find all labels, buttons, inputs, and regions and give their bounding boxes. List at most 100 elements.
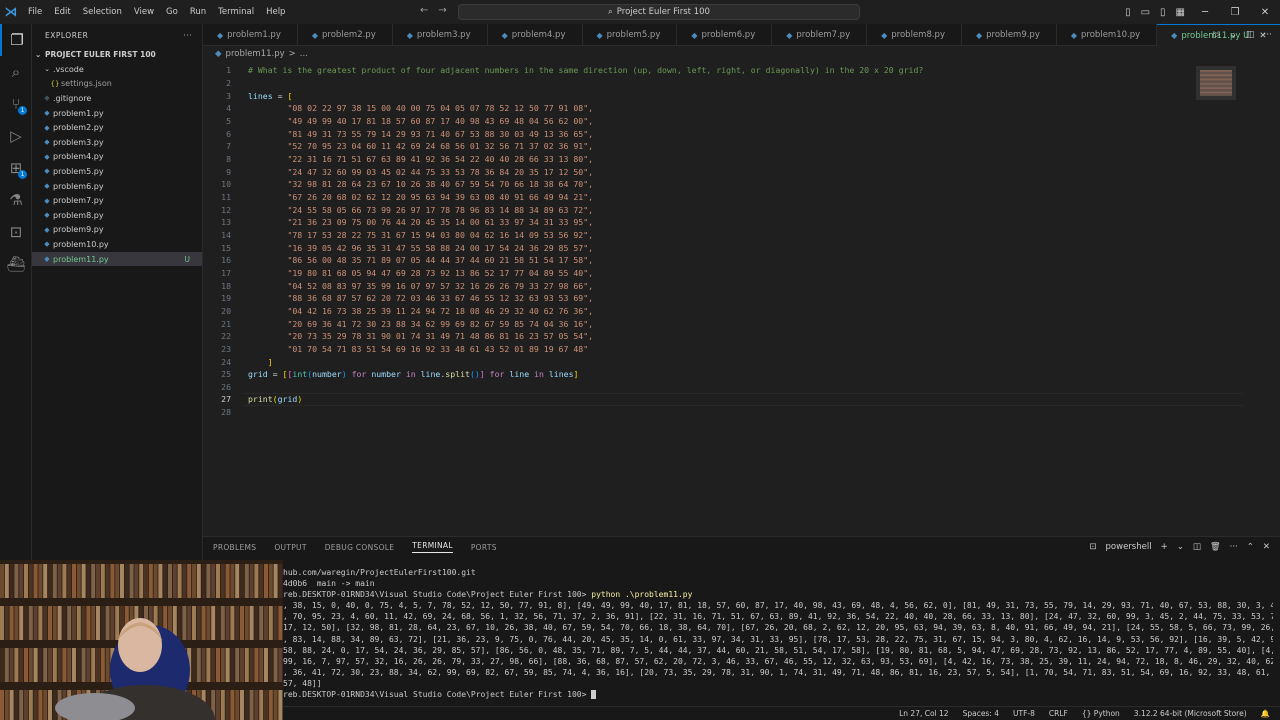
tab-problem10[interactable]: ◆ problem10.py [1057, 24, 1158, 46]
badge-count: 1 [18, 170, 27, 179]
extensions-icon[interactable]: ⊞ 1 [0, 152, 32, 184]
run-debug-icon[interactable]: ▷ [0, 120, 32, 152]
split-editor-icon[interactable]: ◫ [1246, 30, 1255, 40]
line-number: 11 [221, 191, 231, 202]
toggle-panel-icon[interactable]: ▭ [1136, 7, 1155, 18]
more-actions-icon[interactable]: ··· [1263, 30, 1272, 40]
back-arrow-icon[interactable]: ← [420, 5, 428, 16]
close-panel-icon[interactable]: ✕ [1263, 542, 1270, 552]
status-bar: Ln 27, Col 12 Spaces: 4 UTF-8 CRLF {} Py… [283, 706, 1280, 720]
menu-view[interactable]: View [128, 0, 160, 24]
tab-ports[interactable]: PORTS [471, 543, 497, 552]
code-line: 5 "49 49 99 40 17 81 18 57 60 87 17 40 9… [203, 115, 1203, 128]
tab-problem3[interactable]: ◆ problem3.py [393, 24, 488, 46]
tab-problem1[interactable]: ◆ problem1.py [203, 24, 298, 46]
trash-icon[interactable]: 🗑 [1210, 542, 1221, 552]
code-string: "21 36 23 09 75 00 76 44 20 45 35 14 00 … [287, 217, 594, 228]
line-ending[interactable]: CRLF [1049, 709, 1068, 718]
code-token: () [469, 369, 480, 380]
run-file-icon[interactable]: ▷ [1213, 30, 1220, 40]
tab-debug-console[interactable]: DEBUG CONSOLE [325, 543, 395, 552]
menu-run[interactable]: Run [184, 0, 212, 24]
menu-edit[interactable]: Edit [48, 0, 76, 24]
tree-item-problem10[interactable]: ◆ problem10.py [32, 237, 202, 252]
docker-icon[interactable]: ⛴ [0, 248, 32, 280]
tab-label: problem4.py [511, 30, 566, 40]
tree-item-problem8[interactable]: ◆ problem8.py [32, 208, 202, 223]
split-terminal-icon[interactable]: ◫ [1193, 542, 1201, 552]
tree-item-problem5[interactable]: ◆ problem5.py [32, 164, 202, 179]
python-interpreter[interactable]: 3.12.2 64-bit (Microsoft Store) [1134, 709, 1247, 718]
tab-problem8[interactable]: ◆ problem8.py [867, 24, 962, 46]
minimize-icon[interactable]: ─ [1190, 7, 1220, 18]
more-actions-icon[interactable]: ··· [1230, 542, 1238, 552]
testing-icon[interactable]: ⚗ [0, 184, 32, 216]
menu-file[interactable]: File [22, 0, 48, 24]
maximize-panel-icon[interactable]: ⌃ [1247, 542, 1254, 552]
notifications-icon[interactable]: 🔔 [1261, 709, 1270, 718]
close-window-icon[interactable]: ✕ [1250, 7, 1280, 18]
source-control-icon[interactable]: ⑂ 1 [0, 88, 32, 120]
tree-item-problem3[interactable]: ◆ problem3.py [32, 135, 202, 150]
tree-item-problem7[interactable]: ◆ problem7.py [32, 193, 202, 208]
menu-terminal[interactable]: Terminal [212, 0, 260, 24]
remote-explorer-icon[interactable]: ⊡ [0, 216, 32, 248]
tab-terminal[interactable]: TERMINAL [412, 541, 453, 553]
indentation[interactable]: Spaces: 4 [963, 709, 999, 718]
workspace-folder[interactable]: ⌄ PROJECT EULER FIRST 100 [32, 46, 202, 62]
menu-selection[interactable]: Selection [77, 0, 128, 24]
tree-item-problem1[interactable]: ◆ problem1.py [32, 106, 202, 121]
tree-item-problem4[interactable]: ◆ problem4.py [32, 150, 202, 165]
terminal-shell-label[interactable]: powershell [1106, 542, 1152, 552]
menu-help[interactable]: Help [260, 0, 291, 24]
code-string: "20 69 36 41 72 30 23 88 34 62 99 69 82 … [287, 318, 594, 329]
explorer-icon[interactable]: ❐ [0, 24, 32, 56]
code-line: 23 "01 70 54 71 83 51 54 69 16 92 33 48 … [203, 343, 1203, 356]
chevron-down-icon[interactable]: ⌄ [1229, 30, 1237, 40]
tab-label: problem5.py [606, 30, 661, 40]
tree-item-settings[interactable]: {} settings.json [32, 77, 202, 92]
code-editor[interactable]: 1 # What is the greatest product of four … [203, 62, 1280, 536]
more-actions-icon[interactable]: ··· [183, 31, 192, 40]
code-line: 3 lines = [ [203, 89, 1203, 102]
minimap-slider[interactable] [1196, 66, 1236, 100]
tree-item-problem6[interactable]: ◆ problem6.py [32, 179, 202, 194]
tree-item-problem11[interactable]: ◆ problem11.py U [32, 251, 202, 267]
tab-problem2[interactable]: ◆ problem2.py [298, 24, 393, 46]
command-center[interactable]: ⌕ Project Euler First 100 [458, 4, 860, 20]
new-terminal-icon[interactable]: + [1161, 542, 1168, 552]
tab-problem5[interactable]: ◆ problem5.py [583, 24, 678, 46]
tab-problem6[interactable]: ◆ problem6.py [677, 24, 773, 46]
forward-arrow-icon[interactable]: → [438, 5, 446, 16]
chevron-down-icon[interactable]: ⌄ [1177, 542, 1184, 552]
language-mode[interactable]: {} Python [1082, 709, 1120, 718]
tab-problems[interactable]: PROBLEMS [213, 543, 256, 552]
tab-output[interactable]: OUTPUT [274, 543, 306, 552]
tab-problem7[interactable]: ◆ problem7.py [772, 24, 868, 46]
terminal-output[interactable]: hub.com/waregin/ProjectEulerFirst100.git… [283, 567, 1273, 707]
restore-icon[interactable]: ❐ [1220, 7, 1250, 18]
customize-layout-icon[interactable]: ▦ [1171, 7, 1190, 18]
toggle-sidebar-icon[interactable]: ▯ [1120, 7, 1136, 18]
code-line: 21 "20 69 36 41 72 30 23 88 34 62 99 69 … [203, 317, 1203, 330]
toggle-secondary-sidebar-icon[interactable]: ▯ [1155, 7, 1171, 18]
grid-row-text: 86 56 00 48 35 71 89 07 05 44 44 37 44 6… [292, 255, 584, 266]
tree-folder-vscode[interactable]: ⌄ .vscode [32, 62, 202, 77]
tab-problem9[interactable]: ◆ problem9.py [962, 24, 1057, 46]
breadcrumb-separator: > [288, 49, 296, 59]
tree-item-problem9[interactable]: ◆ problem9.py [32, 223, 202, 238]
code-line: 15 "16 39 05 42 96 35 31 47 55 58 88 24 … [203, 241, 1203, 254]
tab-problem4[interactable]: ◆ problem4.py [488, 24, 583, 46]
search-icon[interactable]: ⌕ [0, 56, 32, 88]
tree-item-problem2[interactable]: ◆ problem2.py [32, 120, 202, 135]
tree-item-gitignore[interactable]: ◆ .gitignore [32, 91, 202, 106]
breadcrumb-file[interactable]: problem11.py [226, 49, 285, 59]
minimap[interactable] [1196, 66, 1236, 100]
terminal-line: , 83, 14, 88, 34, 89, 63, 72], [21, 36, … [283, 634, 1273, 644]
breadcrumb-rest[interactable]: ... [300, 49, 308, 59]
encoding[interactable]: UTF-8 [1013, 709, 1035, 718]
menu-go[interactable]: Go [160, 0, 184, 24]
cursor-position[interactable]: Ln 27, Col 12 [899, 709, 948, 718]
grid-row-text: 78 17 53 28 22 75 31 67 15 94 03 80 04 6… [292, 229, 584, 240]
code-token: print [248, 394, 273, 405]
